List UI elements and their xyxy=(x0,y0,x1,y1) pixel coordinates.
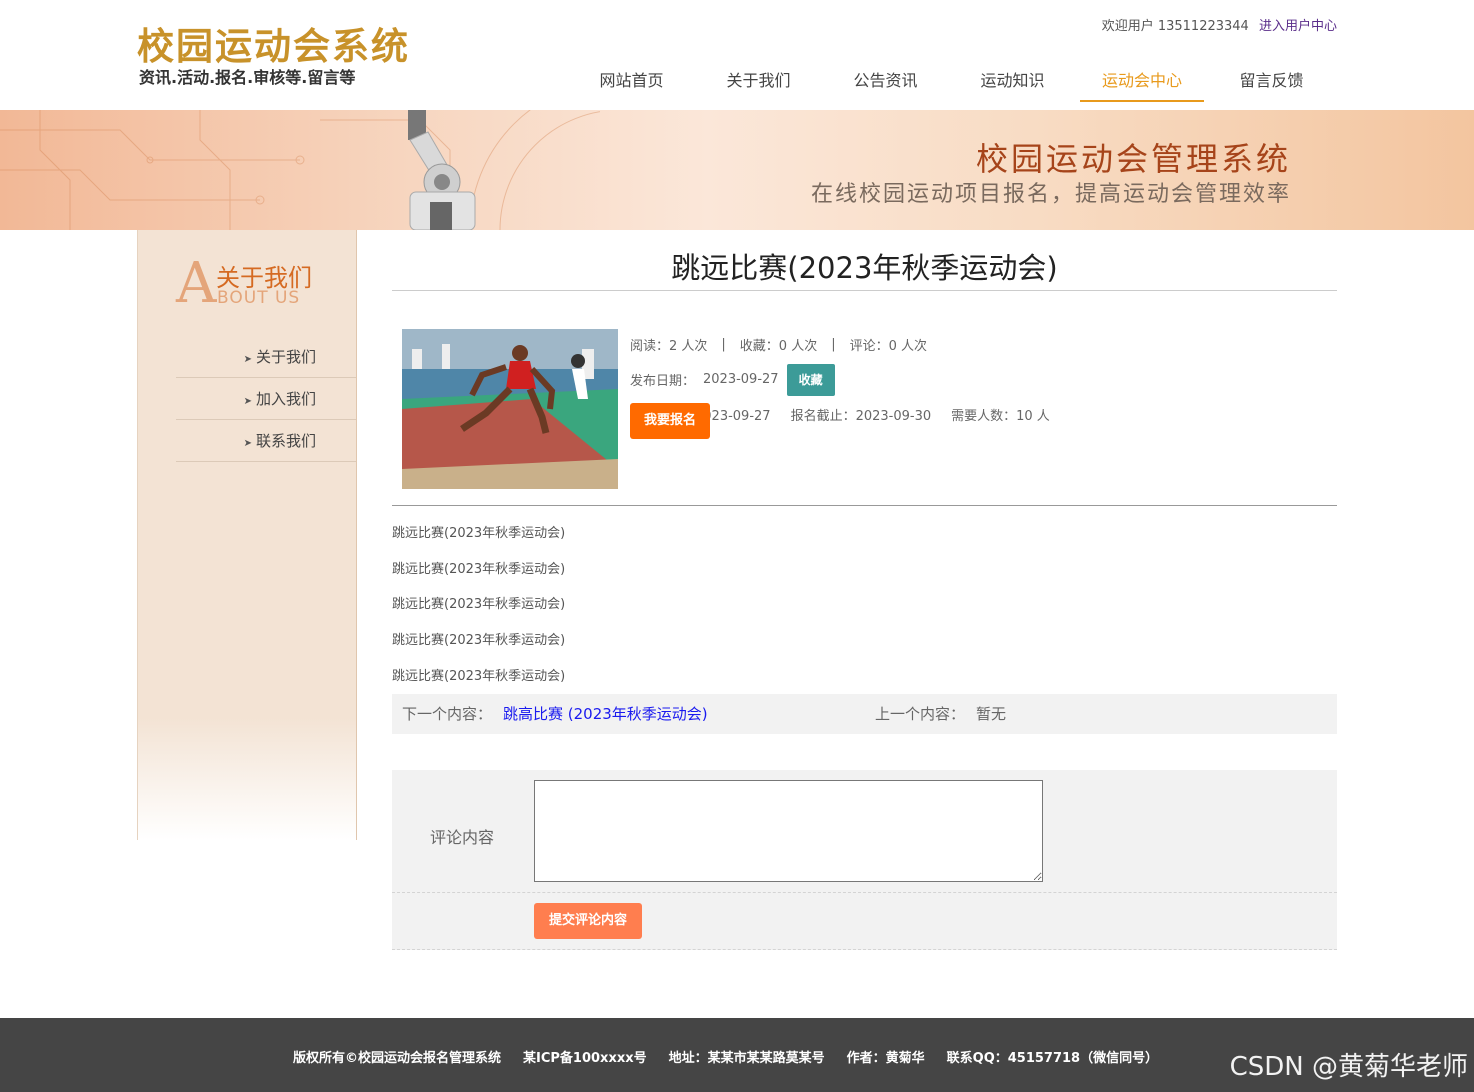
sidebar-item-label: 关于我们 xyxy=(255,348,316,366)
article-line: 跳远比赛(2023年秋季运动会) xyxy=(392,561,566,577)
prev-next-pager: 下一个内容： 跳高比赛 (2023年秋季运动会) 上一个内容： 暂无 xyxy=(392,694,1337,735)
footer-address: 地址：某某市某某路莫某号 xyxy=(668,1051,825,1066)
nav-home[interactable]: 网站首页 xyxy=(568,62,695,102)
chevron-right-icon: ➤ xyxy=(243,396,252,407)
nav-news[interactable]: 公告资讯 xyxy=(822,62,949,102)
sidebar-heading-letter: A xyxy=(176,251,217,316)
sidebar-item-about[interactable]: ➤ 关于我们 xyxy=(176,336,356,378)
welcome-bar: 欢迎用户 13511223344 进入用户中心 xyxy=(1102,15,1337,34)
robot-arm-image xyxy=(408,110,476,230)
footer-icp: 某ICP备100xxxx号 xyxy=(523,1051,647,1066)
prev-value: 暂无 xyxy=(976,705,1007,724)
main-content: 跳远比赛(2023年秋季运动会) 阅读：2 人次 | 收藏：0 人次 | 评论：… xyxy=(392,230,1337,950)
stats-row: 阅读：2 人次 | 收藏：0 人次 | 评论：0 人次 xyxy=(630,327,1050,362)
sidebar-item-label: 联系我们 xyxy=(255,432,316,450)
sidebar-item-contact[interactable]: ➤ 联系我们 xyxy=(176,420,356,462)
publish-row: 发布日期： 2023-09-27 收藏 xyxy=(630,362,1050,397)
next-content-link[interactable]: 跳高比赛 (2023年秋季运动会) xyxy=(503,694,708,734)
article-line: 跳远比赛(2023年秋季运动会) xyxy=(392,597,566,613)
favorite-button[interactable]: 收藏 xyxy=(786,363,835,396)
submit-comment-button[interactable]: 提交评论内容 xyxy=(534,903,642,939)
nav-sports-center[interactable]: 运动会中心 xyxy=(1080,62,1204,102)
long-jump-photo-image xyxy=(402,329,618,489)
article-line: 跳远比赛(2023年秋季运动会) xyxy=(392,668,566,684)
publish-label: 发布日期： xyxy=(630,374,696,389)
comment-row: 评论内容 xyxy=(392,770,1337,893)
signup-end: 报名截止：2023-09-30 xyxy=(790,409,932,424)
next-label: 下一个内容： xyxy=(402,705,493,724)
main-nav: 网站首页 关于我们 公告资讯 运动知识 运动会中心 留言反馈 xyxy=(568,62,1335,104)
footer-qq: 联系QQ：45157718（微信同号） xyxy=(946,1051,1159,1066)
publish-date: 2023-09-27 xyxy=(703,372,779,387)
stats-separator: | xyxy=(721,337,726,352)
event-photo xyxy=(402,329,618,489)
sidebar-menu: ➤ 关于我们 ➤ 加入我们 ➤ 联系我们 xyxy=(176,336,356,462)
sidebar-item-join[interactable]: ➤ 加入我们 xyxy=(176,378,356,420)
footer-author: 作者：黄菊华 xyxy=(846,1051,925,1066)
site-logo-title[interactable]: 校园运动会系统 xyxy=(137,16,410,70)
event-detail: 阅读：2 人次 | 收藏：0 人次 | 评论：0 人次 发布日期： 2023-0… xyxy=(392,291,1337,506)
sidebar-heading-en: BOUT US xyxy=(217,288,301,308)
signup-button[interactable]: 我要报名 xyxy=(630,403,710,439)
site-logo-subtitle: 资讯.活动.报名.审核等.留言等 xyxy=(139,68,356,87)
article-line: 跳远比赛(2023年秋季运动会) xyxy=(392,633,566,649)
chevron-right-icon: ➤ xyxy=(243,354,252,365)
nav-knowledge[interactable]: 运动知识 xyxy=(949,62,1076,102)
prev-label: 上一个内容： xyxy=(875,705,966,724)
sidebar-item-label: 加入我们 xyxy=(255,390,316,408)
page-title: 跳远比赛(2023年秋季运动会) xyxy=(392,230,1337,291)
hero-banner: 校园运动会管理系统 在线校园运动项目报名，提高运动会管理效率 xyxy=(0,110,1474,230)
nav-feedback[interactable]: 留言反馈 xyxy=(1208,62,1335,102)
submit-row: 提交评论内容 xyxy=(392,893,1337,950)
welcome-text: 欢迎用户 13511223344 xyxy=(1101,19,1249,34)
footer-copyright: 版权所有©校园运动会报名管理系统 xyxy=(293,1051,502,1066)
comment-textarea[interactable] xyxy=(534,780,1043,882)
comment-count: 评论：0 人次 xyxy=(849,339,927,354)
people-needed: 需要人数：10 人 xyxy=(951,409,1050,424)
footer-text: 版权所有©校园运动会报名管理系统 某ICP备100xxxx号 地址：某某市某某路莫某… xyxy=(293,1047,1180,1066)
read-count: 阅读：2 人次 xyxy=(630,339,708,354)
site-header: 校园运动会系统 资讯.活动.报名.审核等.留言等 欢迎用户 1351122334… xyxy=(0,0,1474,110)
stats-separator: | xyxy=(831,337,836,352)
article-body: 跳远比赛(2023年秋季运动会) 跳远比赛(2023年秋季运动会) 跳远比赛(2… xyxy=(392,506,1337,694)
comment-form: 评论内容 提交评论内容 xyxy=(392,770,1337,950)
csdn-watermark: CSDN @黄菊华老师 xyxy=(1229,1052,1468,1082)
comment-label: 评论内容 xyxy=(430,828,495,847)
article-line: 跳远比赛(2023年秋季运动会) xyxy=(392,526,566,541)
banner-title: 校园运动会管理系统 xyxy=(975,140,1291,178)
chevron-right-icon: ➤ xyxy=(243,438,252,449)
circuit-pattern xyxy=(0,110,600,230)
favorite-count: 收藏：0 人次 xyxy=(739,339,818,354)
user-center-link[interactable]: 进入用户中心 xyxy=(1259,19,1337,34)
sidebar: A 关于我们 BOUT US ➤ 关于我们 ➤ 加入我们 ➤ 联系我们 xyxy=(137,230,357,840)
banner-subtitle: 在线校园运动项目报名，提高运动会管理效率 xyxy=(810,182,1291,207)
nav-about[interactable]: 关于我们 xyxy=(695,62,822,102)
